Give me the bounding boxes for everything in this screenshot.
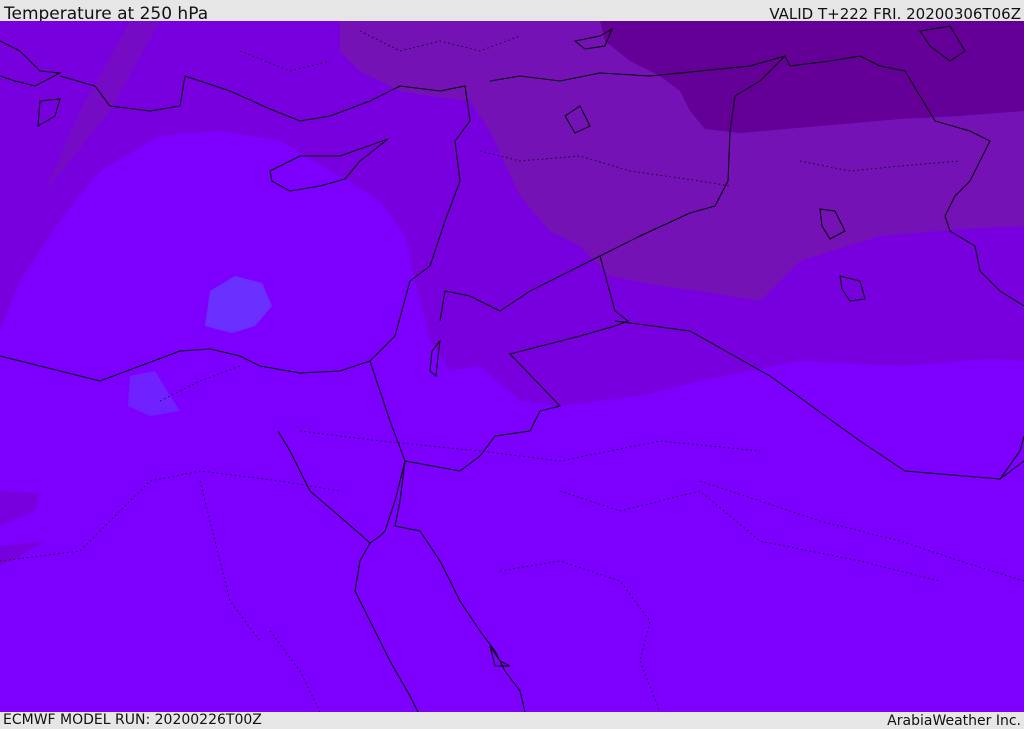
footer-bar: ECMWF MODEL RUN: 20200226T00Z ArabiaWeat… bbox=[0, 712, 1024, 729]
header-bar: Temperature at 250 hPa VALID T+222 FRI. … bbox=[0, 0, 1024, 24]
brand-credit: ArabiaWeather Inc. bbox=[887, 713, 1021, 729]
temperature-map bbox=[0, 21, 1024, 712]
model-run: ECMWF MODEL RUN: 20200226T00Z bbox=[3, 712, 262, 728]
